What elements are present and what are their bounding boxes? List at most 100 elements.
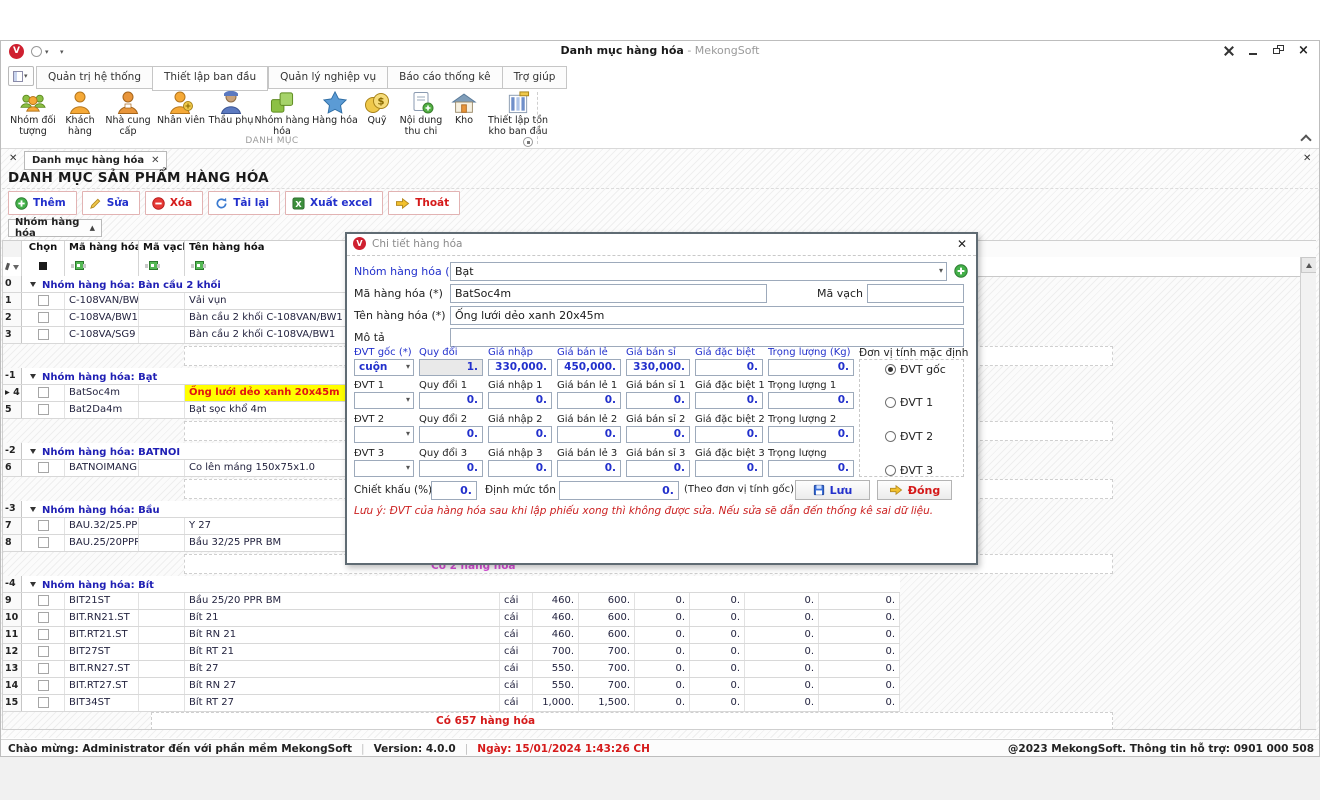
table-row[interactable]: 12BIT27STBít RT 21cái700.700.0.0.0.0. [3,644,900,661]
unit-select[interactable]: cuộn▾ [354,359,414,376]
reload-button[interactable]: Tải lại [208,191,280,215]
collapse-triangle-icon[interactable] [30,449,36,454]
default-unit-radio[interactable]: ĐVT 1 [885,396,933,409]
scroll-up-icon[interactable] [1301,257,1316,273]
toolbar-item-quy[interactable]: $ Quỹ [360,89,394,127]
unit-value-field[interactable]: 450,000. [557,359,621,376]
default-unit-radio[interactable]: ĐVT 3 [885,464,933,477]
group-row[interactable]: -4Nhóm hàng hóa: Bít [3,576,900,593]
radio-icon[interactable] [885,364,896,375]
unit-value-field[interactable]: 0. [626,426,690,443]
add-button[interactable]: Thêm [8,191,77,215]
header-chon[interactable]: Chọn [22,241,65,257]
radio-icon[interactable] [885,431,896,442]
tab-close-icon[interactable]: ✕ [151,155,159,166]
close-tab-right-icon[interactable]: ✕ [1303,153,1311,164]
tab-thiet-lap-ban-dau[interactable]: Thiết lập ban đầu [152,66,268,91]
table-row[interactable]: 15BIT34STBít RT 27cái1,000.1,500.0.0.0.0… [3,695,900,712]
toolbar-item-thau-phu[interactable]: Thầu phụ [208,89,254,127]
table-row[interactable]: 14BIT.RT27.STBít RN 27cái550.700.0.0.0.0… [3,678,900,695]
toolbar-item-kho[interactable]: Kho [448,89,480,127]
table-row[interactable]: 10BIT.RN21.STBít 21cái460.600.0.0.0.0. [3,610,900,627]
row-checkbox[interactable] [38,295,49,306]
restore-icon[interactable] [1273,45,1285,57]
unit-value-field[interactable]: 0. [488,392,552,409]
unit-value-field[interactable]: 0. [557,460,621,477]
toolbar-item-nhom-hang-hoa[interactable]: Nhóm hàng hóa [254,89,310,137]
row-checkbox[interactable] [38,520,49,531]
row-checkbox[interactable] [38,595,49,606]
delete-button[interactable]: Xóa [145,191,203,215]
add-group-icon[interactable] [954,264,968,278]
default-unit-radio[interactable]: ĐVT 2 [885,430,933,443]
close-icon[interactable]: × [1298,45,1310,57]
close-all-tabs-icon[interactable]: ✕ [9,153,17,164]
toolbar-item-khach-hang[interactable]: Khách hàng [58,89,102,137]
edit-button[interactable]: Sửa [82,191,140,215]
ribbon-menu-button[interactable]: ▾ [8,66,34,86]
filter-ma-vach[interactable] [139,257,185,276]
toolbar-item-hang-hoa[interactable]: Hàng hóa [310,89,360,127]
filter-icon[interactable] [149,261,158,270]
unit-value-field[interactable]: 0. [695,392,763,409]
radio-icon[interactable] [885,465,896,476]
filter-ma-hang-hoa[interactable] [65,257,139,276]
desc-input[interactable] [450,328,964,347]
unit-value-field[interactable]: 0. [557,426,621,443]
dialog-close-icon[interactable]: ✕ [957,237,967,251]
unit-value-field[interactable]: 0. [768,426,854,443]
unit-value-field[interactable]: 0. [695,426,763,443]
collapse-triangle-icon[interactable] [30,374,36,379]
group-select[interactable]: Bạt▾ [450,262,947,281]
row-checkbox[interactable] [38,329,49,340]
name-input[interactable]: Ống lưới dẻo xanh 20x45m [450,306,964,325]
collapse-triangle-icon[interactable] [30,282,36,287]
header-ma-hang-hoa[interactable]: Mã hàng hóa [65,241,139,257]
unit-select[interactable]: ▾ [354,460,414,477]
default-unit-radio[interactable]: ĐVT gốc [885,363,946,376]
row-checkbox[interactable] [38,629,49,640]
row-checkbox[interactable] [38,404,49,415]
save-button[interactable]: Lưu [795,480,870,500]
row-checkbox[interactable] [38,612,49,623]
unit-select[interactable]: ▾ [354,392,414,409]
unit-value-field[interactable]: 330,000. [488,359,552,376]
collapse-triangle-icon[interactable] [30,582,36,587]
table-row[interactable]: 13BIT.RN27.STBít 27cái550.700.0.0.0.0. [3,661,900,678]
filter-icon[interactable] [75,261,84,270]
filter-icon[interactable] [195,261,204,270]
tab-quan-ly-nghiep-vu[interactable]: Quản lý nghiệp vụ [268,66,387,89]
unit-value-field[interactable]: 0. [626,392,690,409]
exit-button[interactable]: Thoát [388,191,460,215]
row-checkbox[interactable] [38,462,49,473]
toolbar-item-nhom-doi-tuong[interactable]: Nhóm đối tượng [8,89,58,137]
tab-tro-giup[interactable]: Trợ giúp [502,66,568,89]
select-all-square-icon[interactable] [39,262,47,270]
table-row[interactable]: 9BIT21STBầu 25/20 PPR BMcái460.600.0.0.0… [3,593,900,610]
table-row[interactable]: 11BIT.RT21.STBít RN 21cái460.600.0.0.0.0… [3,627,900,644]
group-dialog-launcher-icon[interactable] [523,137,533,147]
unit-value-field[interactable]: 0. [488,460,552,477]
collapse-triangle-icon[interactable] [30,507,36,512]
unit-value-field[interactable]: 0. [695,359,763,376]
row-checkbox[interactable] [38,697,49,708]
row-checkbox[interactable] [38,646,49,657]
toolbar-item-noi-dung-thu-chi[interactable]: Nội dung thu chi [394,89,448,137]
discount-input[interactable]: 0. [431,481,477,500]
ribbon-collapse-icon[interactable] [1300,134,1311,145]
row-checkbox[interactable] [38,663,49,674]
min-stock-input[interactable]: 0. [559,481,679,500]
unit-value-field[interactable]: 0. [768,392,854,409]
code-input[interactable]: BatSoc4m [450,284,767,303]
unit-value-field[interactable]: 0. [626,460,690,477]
close-button[interactable]: Đóng [877,480,952,500]
unit-value-field[interactable]: 330,000. [626,359,690,376]
export-excel-button[interactable]: X Xuất excel [285,191,383,215]
tab-quan-tri-he-thong[interactable]: Quản trị hệ thống [36,66,152,89]
row-checkbox[interactable] [38,537,49,548]
row-checkbox[interactable] [38,680,49,691]
unit-value-field[interactable]: 1. [419,359,483,376]
radio-icon[interactable] [885,397,896,408]
unit-value-field[interactable]: 0. [419,392,483,409]
unit-value-field[interactable]: 0. [557,392,621,409]
